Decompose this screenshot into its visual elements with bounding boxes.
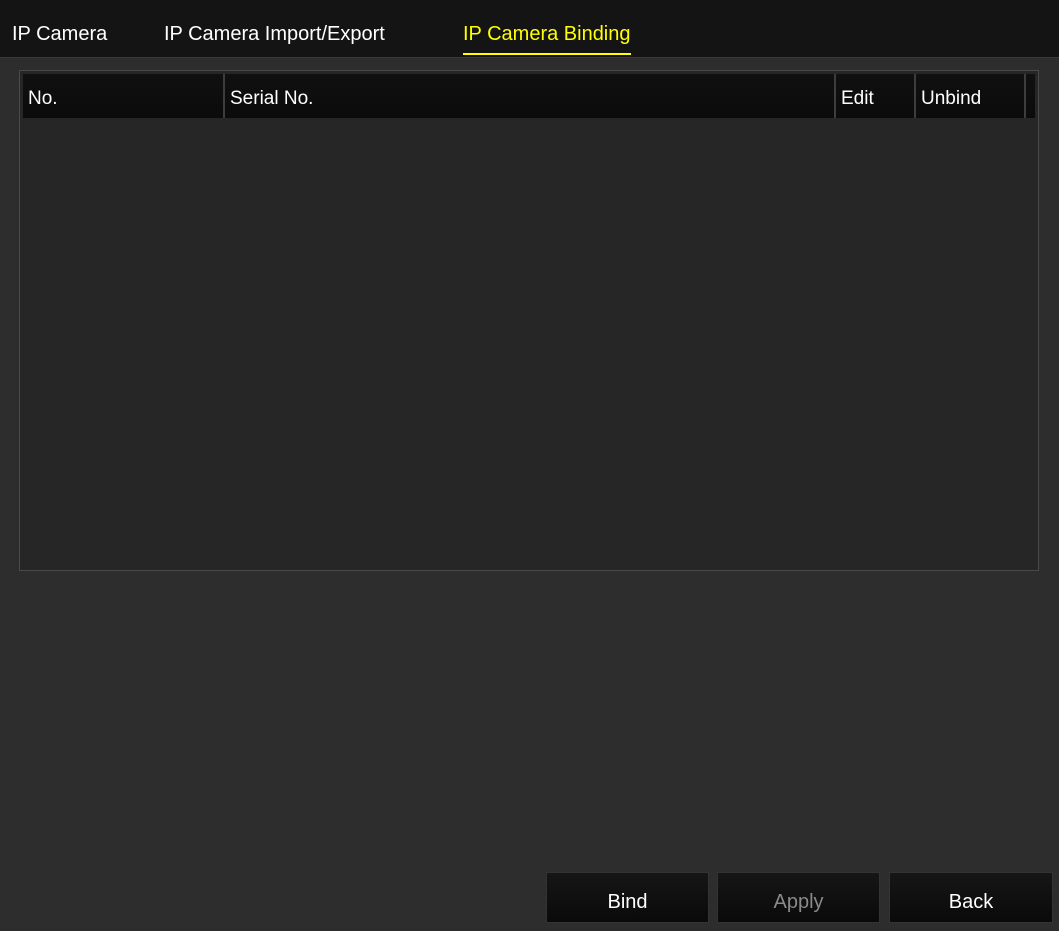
column-header-unbind: Unbind xyxy=(916,74,1026,118)
tab-ip-camera[interactable]: IP Camera xyxy=(12,15,107,53)
column-header-spacer xyxy=(1026,74,1035,118)
tab-bar: IP Camera IP Camera Import/Export IP Cam… xyxy=(0,0,1059,58)
tab-ip-camera-import-export[interactable]: IP Camera Import/Export xyxy=(164,15,385,53)
binding-table: No. Serial No. Edit Unbind xyxy=(19,70,1039,571)
column-header-serial-no: Serial No. xyxy=(225,74,836,118)
table-body xyxy=(23,118,1035,568)
tab-ip-camera-binding[interactable]: IP Camera Binding xyxy=(463,15,631,55)
bind-button[interactable]: Bind xyxy=(546,872,709,923)
table-header: No. Serial No. Edit Unbind xyxy=(23,74,1035,118)
column-header-edit: Edit xyxy=(836,74,916,118)
back-button[interactable]: Back xyxy=(889,872,1053,923)
column-header-no: No. xyxy=(23,74,225,118)
apply-button[interactable]: Apply xyxy=(717,872,880,923)
